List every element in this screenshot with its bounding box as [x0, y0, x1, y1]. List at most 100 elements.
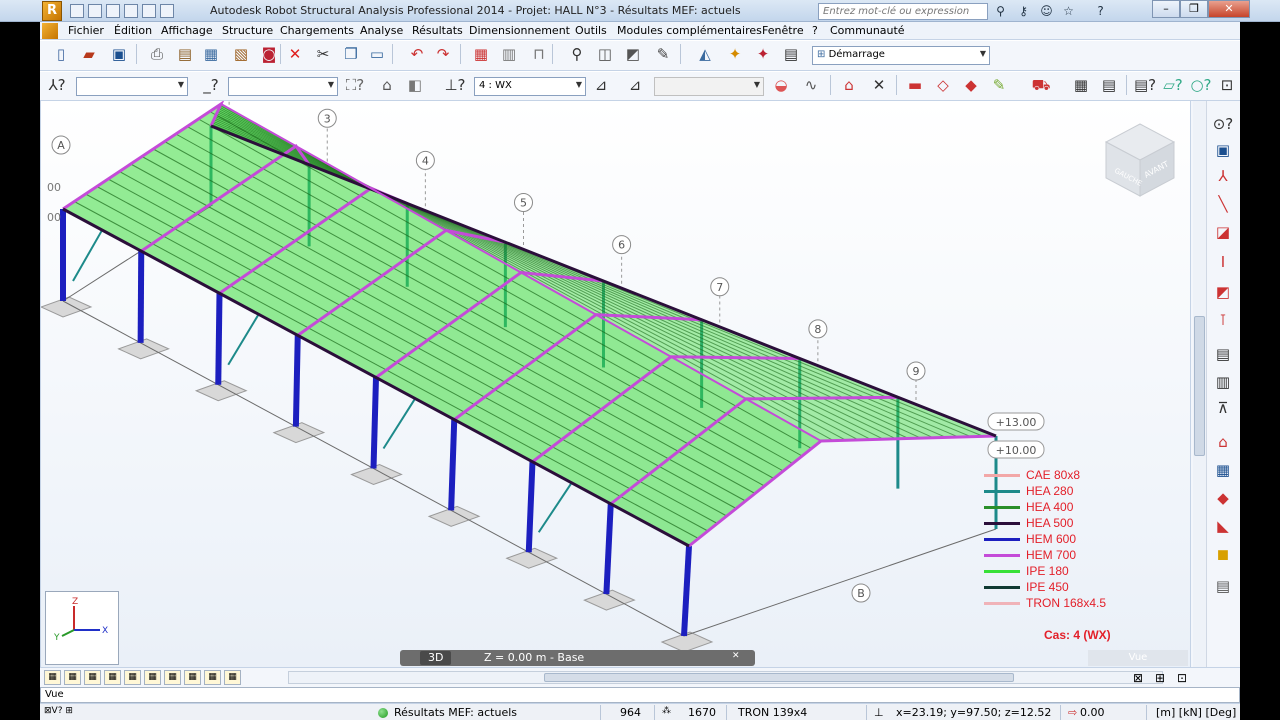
more-icon[interactable]: ⊡ — [1216, 74, 1238, 96]
selection-combo-2[interactable]: ▼ — [228, 77, 338, 96]
menu-communaute[interactable]: Communauté — [830, 24, 905, 37]
node-help-icon[interactable]: ⊙? — [1211, 113, 1235, 135]
screen-capture-icon[interactable]: ▦ — [200, 43, 222, 65]
select-nodes-icon[interactable]: _? — [200, 74, 222, 96]
close-button[interactable]: ✕ — [1208, 0, 1250, 18]
app-logo-icon[interactable] — [42, 1, 62, 21]
sections-help-icon[interactable]: ▤? — [1134, 74, 1156, 96]
people-icon[interactable]: ☺ — [1038, 3, 1055, 19]
search-input[interactable]: Entrez mot-clé ou expression — [818, 3, 988, 20]
lock-icon[interactable]: ⊓ — [528, 43, 550, 65]
view-tab-icon[interactable]: ▦ — [144, 670, 161, 685]
menu-structure[interactable]: Structure — [222, 24, 273, 37]
zoom-icon[interactable]: ⚲ — [566, 43, 588, 65]
line-icon[interactable]: ╲ — [1211, 193, 1235, 215]
plate-icon[interactable]: ◇ — [932, 74, 954, 96]
table-grid-icon[interactable]: ▦ — [1211, 459, 1235, 481]
display-icon[interactable]: ◒ — [770, 74, 792, 96]
steel-design-icon[interactable]: ◆ — [1211, 487, 1235, 509]
support-icon[interactable]: ◪ — [1211, 221, 1235, 243]
beam-icon[interactable]: ▬ — [904, 74, 926, 96]
scrollbar-thumb[interactable] — [544, 673, 1014, 682]
menu-modules[interactable]: Modules complémentaires — [617, 24, 762, 37]
save-file-icon[interactable]: ▣ — [108, 43, 130, 65]
tools-icon[interactable]: ✎ — [652, 43, 674, 65]
vertical-scrollbar[interactable] — [1193, 101, 1207, 667]
undo-arrow-icon[interactable]: ↶ — [406, 43, 428, 65]
units[interactable]: [m] [kN] [Deg] — [1156, 706, 1236, 719]
mesh-icon[interactable]: ▤ — [1211, 575, 1235, 597]
circle-help-icon[interactable]: ○? — [1190, 74, 1212, 96]
table-view-icon[interactable]: ▦ — [1070, 74, 1092, 96]
i-section-icon[interactable]: Ⅰ — [1211, 251, 1235, 273]
view-tab-icon[interactable]: ▦ — [184, 670, 201, 685]
building-icon[interactable]: ▤ — [1098, 74, 1120, 96]
tower-icon[interactable]: ✕ — [868, 74, 890, 96]
snap-icon[interactable]: ⊠ — [1128, 670, 1148, 686]
star-icon[interactable]: ☆ — [1060, 3, 1077, 19]
minimize-button[interactable]: – — [1152, 0, 1180, 18]
zoom-options-icon[interactable]: ⊡ — [1172, 670, 1192, 686]
preview-icon[interactable]: ▧ — [230, 43, 252, 65]
settings-wrench-icon[interactable]: ✦ — [752, 43, 774, 65]
tab-3d[interactable]: 3D — [420, 651, 452, 665]
redo-icon[interactable] — [160, 4, 174, 18]
status-tools-icon[interactable]: ⊠V? ⊞ — [44, 706, 73, 716]
view-tab-icon[interactable]: ▦ — [204, 670, 221, 685]
eraser-icon[interactable]: ◆ — [960, 74, 982, 96]
view-tab-icon[interactable]: ▦ — [224, 670, 241, 685]
view-tab-icon[interactable]: ▦ — [64, 670, 81, 685]
select-objects-icon[interactable]: ⛶? — [344, 74, 366, 96]
scrollbar-thumb[interactable] — [1194, 316, 1205, 456]
axes-icon[interactable]: ✦ — [724, 43, 746, 65]
menu-analyse[interactable]: Analyse — [360, 24, 403, 37]
select-pointer-icon[interactable]: ◩ — [622, 43, 644, 65]
deformation-icon[interactable]: ∿ — [800, 74, 822, 96]
menu-affichage[interactable]: Affichage — [161, 24, 213, 37]
structure-model[interactable]: 123456789AB+13.00+10.000000 — [41, 101, 1190, 667]
parallelogram-icon[interactable]: ▱? — [1162, 74, 1184, 96]
help-icon[interactable]: ? — [1092, 3, 1109, 19]
menu-help[interactable]: ? — [812, 24, 818, 37]
case-selection-icon[interactable]: ⊥? — [444, 74, 466, 96]
tab-close-icon[interactable]: ✕ — [732, 651, 740, 665]
print-icon[interactable] — [124, 4, 138, 18]
view-tab-icon[interactable]: ▦ — [124, 670, 141, 685]
display-options-icon[interactable]: ⊞ — [1150, 670, 1170, 686]
frame-icon[interactable]: ⌂ — [1211, 431, 1235, 453]
layout-combo[interactable]: ⊞ Démarrage ▼ — [812, 46, 990, 65]
menu-chargements[interactable]: Chargements — [280, 24, 354, 37]
paste-icon[interactable]: ▭ — [366, 43, 388, 65]
cut-icon[interactable]: ✂ — [312, 43, 334, 65]
edit-icon[interactable]: ✎ — [988, 74, 1010, 96]
maximize-button[interactable]: ❐ — [1180, 0, 1208, 18]
bar-icon[interactable]: ⅄ — [1211, 165, 1235, 187]
menu-edition[interactable]: Édition — [114, 24, 152, 37]
view-tab-icon[interactable]: ▦ — [44, 670, 61, 685]
release-icon[interactable]: ⊺ — [1211, 309, 1235, 331]
select-window-icon[interactable]: ◫ — [594, 43, 616, 65]
menu-outils[interactable]: Outils — [575, 24, 607, 37]
material-icon[interactable]: ◩ — [1211, 281, 1235, 303]
grid-icon[interactable]: ▤ — [1211, 343, 1235, 365]
menu-logo-icon[interactable] — [42, 23, 58, 39]
command-line[interactable]: Vue — [40, 687, 1240, 703]
3d-viewport[interactable]: 123456789AB+13.00+10.000000 — [40, 101, 1190, 667]
key-icon[interactable]: ⚷ — [1015, 3, 1032, 19]
connection-icon[interactable]: ◣ — [1211, 515, 1235, 537]
load-display-icon[interactable]: ⊿ — [590, 74, 612, 96]
save-icon[interactable] — [106, 4, 120, 18]
view-tab-icon[interactable]: ▦ — [84, 670, 101, 685]
menu-resultats[interactable]: Résultats — [412, 24, 463, 37]
new-file-icon[interactable]: ▯ — [50, 43, 72, 65]
structure-type-icon[interactable]: ⌂ — [838, 74, 860, 96]
columns-icon[interactable]: ▥ — [1211, 371, 1235, 393]
calculator-icon[interactable]: ▦ — [470, 43, 492, 65]
book-icon[interactable]: ▤ — [174, 43, 196, 65]
delete-icon[interactable]: ✕ — [284, 43, 306, 65]
undo-icon[interactable] — [142, 4, 156, 18]
structure-model-icon[interactable]: ◭ — [694, 43, 716, 65]
camera-icon[interactable]: ◙ — [258, 43, 280, 65]
table-icon[interactable]: ▥ — [498, 43, 520, 65]
concrete-icon[interactable]: ◼ — [1211, 543, 1235, 565]
